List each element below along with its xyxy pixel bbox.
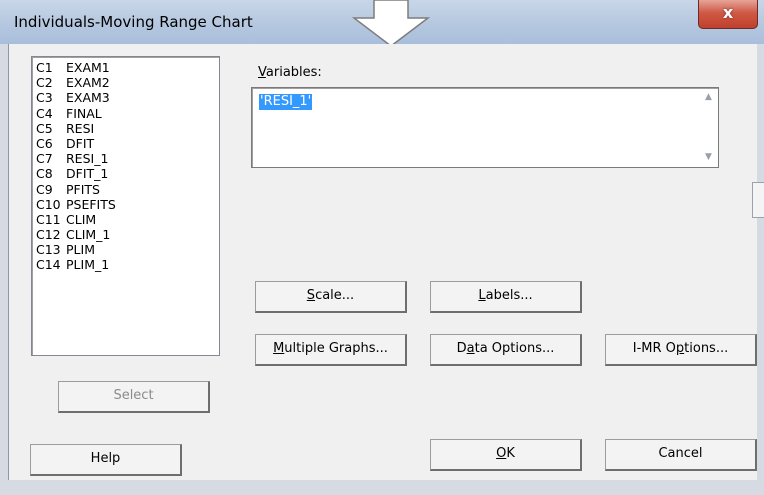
column-code: C4 xyxy=(36,105,53,121)
labels-button[interactable]: Labels... xyxy=(430,281,582,313)
column-name: RESI_1 xyxy=(66,151,109,167)
ok-button[interactable]: OK xyxy=(430,439,582,471)
column-list-item[interactable]: C14 PLIM_1 xyxy=(36,257,219,272)
column-code: C3 xyxy=(36,90,53,106)
data-options-button[interactable]: Data Options... xyxy=(430,334,582,366)
column-name: PLIM_1 xyxy=(66,257,110,273)
column-name: FINAL xyxy=(66,105,102,121)
column-list-item[interactable]: C9 PFITS xyxy=(36,182,219,197)
imr-options-button[interactable]: I-MR Options... xyxy=(605,334,757,366)
column-list-item[interactable]: C1 EXAM1 xyxy=(36,60,219,75)
column-code: C7 xyxy=(36,151,53,167)
column-list-item[interactable]: C12 CLIM_1 xyxy=(36,227,219,242)
column-code: C1 xyxy=(36,60,53,75)
column-list-item[interactable]: C10 PSEFITS xyxy=(36,197,219,212)
column-name: PLIM xyxy=(66,242,95,258)
column-list-item[interactable]: C13 PLIM xyxy=(36,242,219,257)
column-name: PFITS xyxy=(66,181,100,197)
column-list[interactable]: C1 EXAM1 C2 EXAM2 C3 EXAM3 C4 FINAL C5 RESI C6 DFIT… xyxy=(31,56,220,356)
column-name: CLIM xyxy=(66,211,97,227)
column-name: EXAM2 xyxy=(66,75,110,91)
scale-button[interactable]: Scale... xyxy=(255,281,407,313)
column-name: DFIT xyxy=(66,135,95,151)
scroll-down-icon[interactable]: ▼ xyxy=(700,149,717,166)
column-list-item[interactable]: C2 EXAM2 xyxy=(36,75,219,90)
column-list-item[interactable]: C6 DFIT xyxy=(36,136,219,151)
variables-input[interactable]: 'RESI_1' ▲ ▼ xyxy=(251,87,719,168)
column-code: C8 xyxy=(36,166,53,182)
column-list-item[interactable]: C5 RESI xyxy=(36,121,219,136)
variables-scrollbar[interactable]: ▲ ▼ xyxy=(700,89,717,166)
side-tab xyxy=(752,182,764,218)
column-name: CLIM_1 xyxy=(66,227,111,243)
column-name: EXAM1 xyxy=(66,60,110,75)
column-code: C14 xyxy=(36,257,61,273)
close-icon: x xyxy=(722,3,734,22)
column-name: PSEFITS xyxy=(66,196,116,212)
title-bar: Individuals-Moving Range Chart x xyxy=(0,0,764,47)
variables-label: Variables: xyxy=(258,65,322,80)
column-name: DFIT_1 xyxy=(66,166,109,182)
column-code: C11 xyxy=(36,211,61,227)
column-name: EXAM3 xyxy=(66,90,110,106)
column-code: C5 xyxy=(36,120,53,136)
close-button[interactable]: x xyxy=(698,0,758,29)
multiple-graphs-button[interactable]: Multiple Graphs... xyxy=(255,334,407,366)
column-code: C9 xyxy=(36,181,53,197)
column-code: C2 xyxy=(36,75,53,91)
column-code: C6 xyxy=(36,135,53,151)
cancel-button[interactable]: Cancel xyxy=(605,439,757,471)
column-code: C12 xyxy=(36,227,61,243)
column-list-item[interactable]: C3 EXAM3 xyxy=(36,90,219,105)
scroll-up-icon[interactable]: ▲ xyxy=(700,89,717,106)
help-button[interactable]: Help xyxy=(30,444,182,476)
select-button[interactable]: Select xyxy=(58,381,210,413)
column-code: C10 xyxy=(36,196,61,212)
column-list-item[interactable]: C8 DFIT_1 xyxy=(36,166,219,181)
column-name: RESI xyxy=(66,120,95,136)
down-arrow-icon xyxy=(352,0,431,47)
column-list-item[interactable]: C7 RESI_1 xyxy=(36,151,219,166)
column-code: C13 xyxy=(36,242,61,258)
column-list-item[interactable]: C11 CLIM xyxy=(36,212,219,227)
window-title: Individuals-Moving Range Chart xyxy=(14,13,253,31)
column-list-item[interactable]: C4 FINAL xyxy=(36,106,219,121)
variables-value: 'RESI_1' xyxy=(259,94,313,110)
